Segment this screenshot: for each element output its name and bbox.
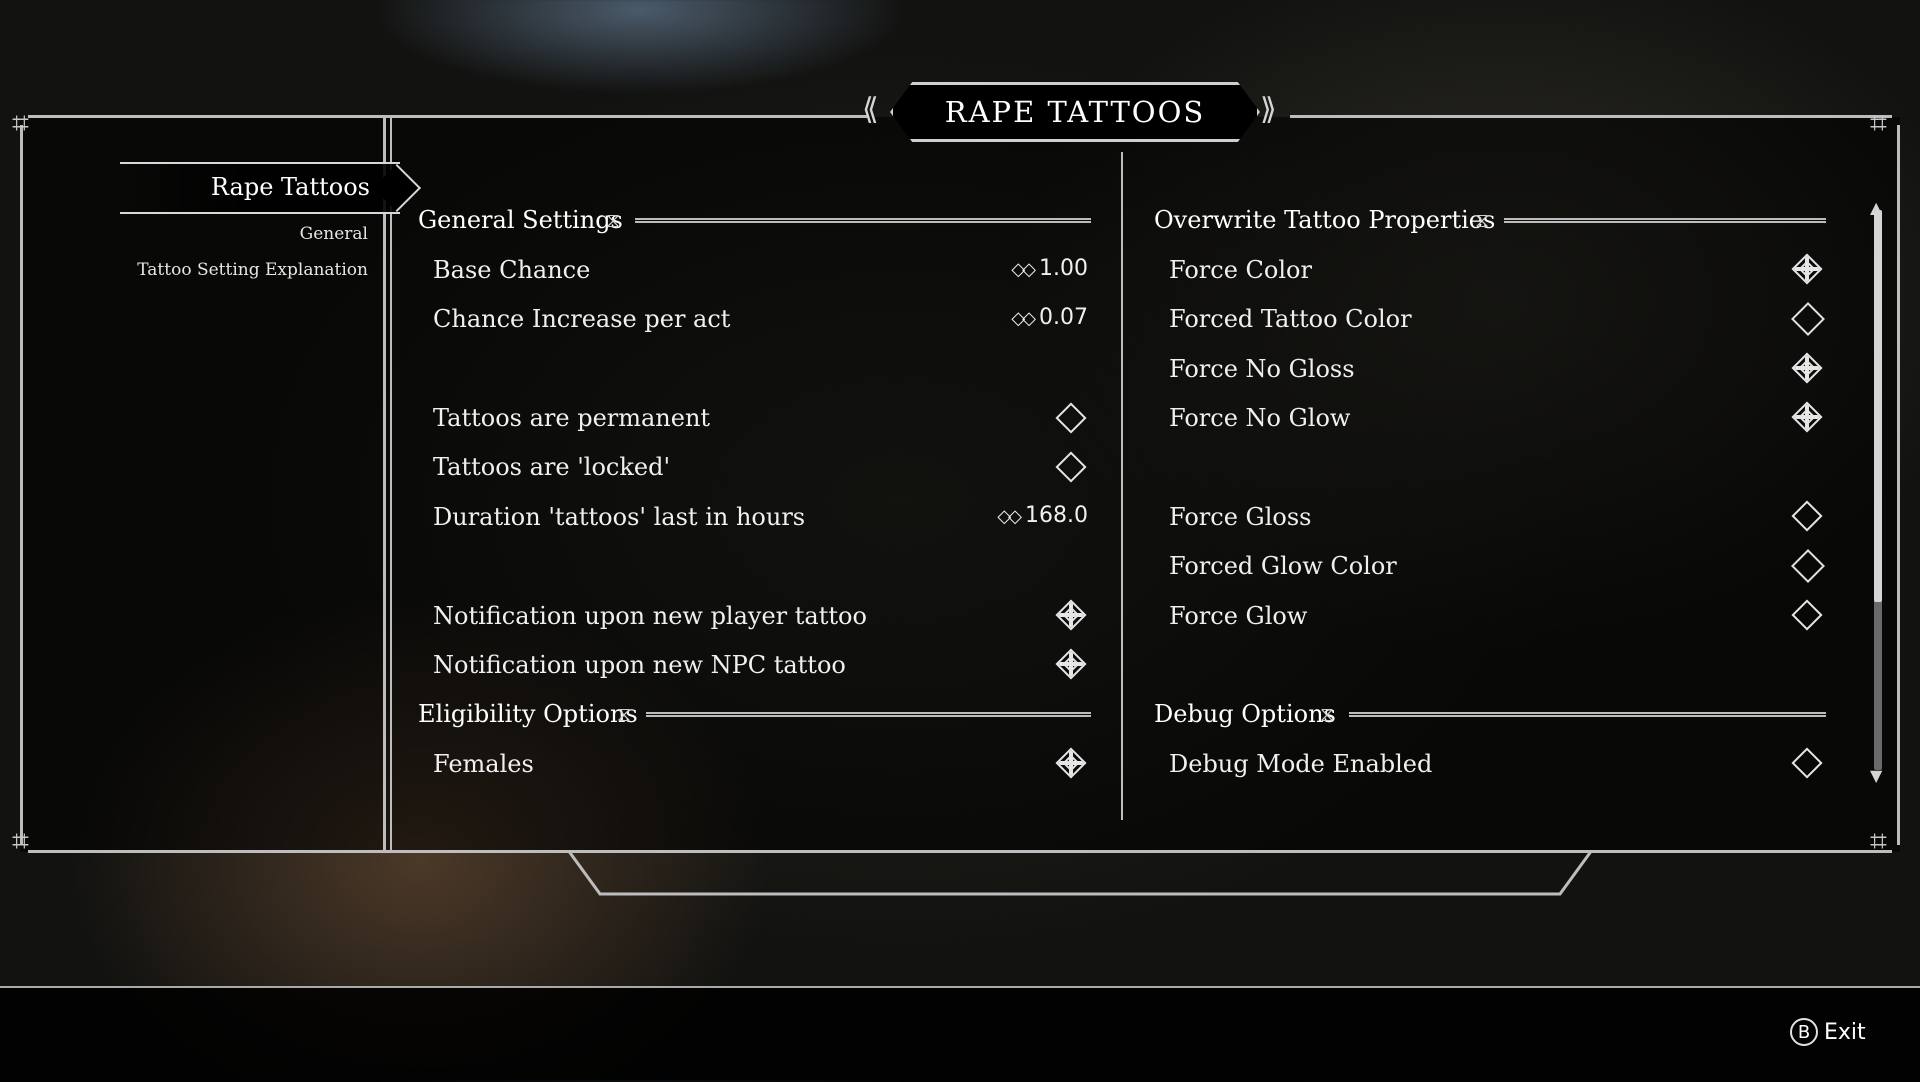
sidebar-page-general[interactable]: General [300,224,368,244]
slider-value-chance-increase[interactable]: ◇◇ 0.07 [1011,305,1088,330]
corner-ornament-icon: ⌗ [12,824,29,859]
b-button-icon: B [1790,1018,1818,1046]
slider-icon: ◇◇ [997,506,1022,527]
checkbox-tattoos-permanent[interactable] [1055,402,1087,434]
corner-ornament-icon: ⌗ [12,106,29,141]
frame-left [20,125,23,845]
option-force-no-glow[interactable]: Force No Glow [1169,404,1350,432]
section-knot-icon: ⧖ [617,702,632,726]
section-rule [1349,712,1826,717]
checkbox-debug-mode[interactable] [1791,747,1823,779]
section-header-overwrite: Overwrite Tattoo Properties [1154,206,1496,234]
checkbox-females[interactable] [1055,747,1087,779]
section-knot-icon: ⧖ [1320,702,1335,726]
base-chance-value: 1.00 [1039,256,1088,281]
scrollbar-thumb[interactable] [1874,210,1882,602]
slider-value-duration[interactable]: ◇◇ 168.0 [997,503,1088,528]
option-base-chance[interactable]: Base Chance [433,256,590,284]
option-chance-increase[interactable]: Chance Increase per act [433,305,730,333]
knot-ornament-icon: ⟫ [1260,92,1277,127]
corner-ornament-icon: ⌗ [1870,106,1887,141]
slider-value-base-chance[interactable]: ◇◇ 1.00 [1011,256,1088,281]
section-rule [1504,218,1826,223]
checkbox-force-glow[interactable] [1791,599,1823,631]
exit-label: Exit [1824,1019,1866,1045]
checkbox-force-gloss[interactable] [1791,500,1823,532]
checkbox-notification-npc[interactable] [1055,648,1087,680]
option-notification-player[interactable]: Notification upon new player tattoo [433,602,867,630]
frame-right [1897,125,1900,845]
frame-top-right [1290,115,1892,118]
option-females[interactable]: Females [433,750,534,778]
option-tattoos-locked[interactable]: Tattoos are 'locked' [433,453,670,481]
checkbox-force-no-glow[interactable] [1791,401,1823,433]
scroll-down-arrow-icon[interactable]: ▼ [1870,766,1882,785]
checkbox-force-no-gloss[interactable] [1791,352,1823,384]
option-forced-glow-color[interactable]: Forced Glow Color [1169,552,1397,580]
column-divider [1121,152,1123,820]
sidebar-divider [383,118,386,850]
option-debug-mode[interactable]: Debug Mode Enabled [1169,750,1432,778]
chance-increase-value: 0.07 [1039,305,1088,330]
section-rule [646,712,1091,717]
sidebar-item-rape-tattoos[interactable]: Rape Tattoos [120,162,400,214]
slider-icon: ◇◇ [1011,259,1036,280]
option-force-glow[interactable]: Force Glow [1169,602,1307,630]
bottom-tab-frame [566,850,1594,896]
checkbox-tattoos-locked[interactable] [1055,451,1087,483]
section-knot-icon: ⧖ [1475,208,1490,232]
exit-button[interactable]: B Exit [1790,1018,1866,1046]
checkbox-force-color[interactable] [1791,253,1823,285]
sidebar-page-tattoo-setting-explanation[interactable]: Tattoo Setting Explanation [137,260,368,280]
title-plate: RAPE TATTOOS [890,82,1260,142]
frame-top-left [28,115,868,118]
corner-ornament-icon: ⌗ [1870,824,1887,859]
section-rule [635,218,1091,223]
bottom-bar [0,986,1920,1082]
option-notification-npc[interactable]: Notification upon new NPC tattoo [433,651,846,679]
option-forced-tattoo-color[interactable]: Forced Tattoo Color [1169,305,1412,333]
option-force-gloss[interactable]: Force Gloss [1169,503,1311,531]
option-force-color[interactable]: Force Color [1169,256,1312,284]
knot-ornament-icon: ⟪ [862,92,879,127]
option-tattoos-permanent[interactable]: Tattoos are permanent [433,404,710,432]
section-header-eligibility: Eligibility Options [418,700,638,728]
section-header-general-settings: General Settings [418,206,623,234]
duration-value: 168.0 [1025,503,1088,528]
menu-title: RAPE TATTOOS [944,95,1206,129]
option-duration[interactable]: Duration 'tattoos' last in hours [433,503,805,531]
slider-icon: ◇◇ [1011,308,1036,329]
checkbox-notification-player[interactable] [1055,599,1087,631]
sidebar-divider-inner [390,118,392,850]
section-header-debug: Debug Options [1154,700,1336,728]
option-force-no-gloss[interactable]: Force No Gloss [1169,355,1355,383]
section-knot-icon: ⧖ [606,208,621,232]
